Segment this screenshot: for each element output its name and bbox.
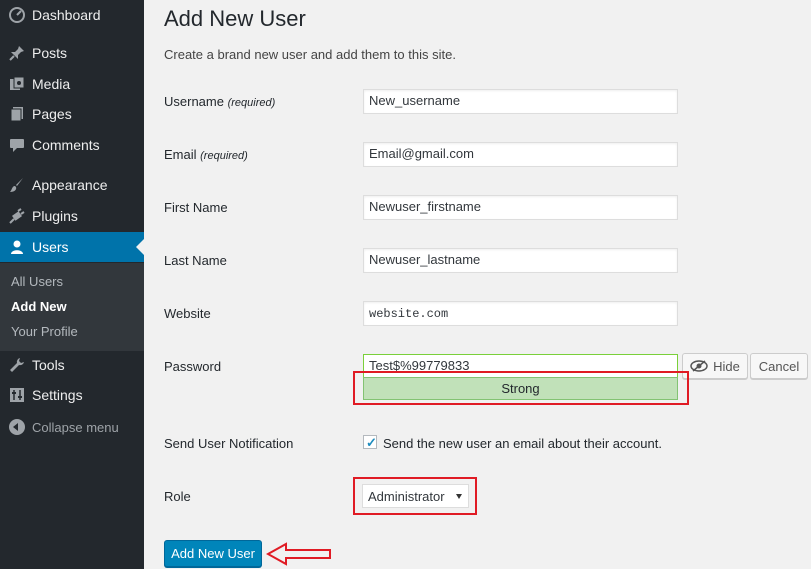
hide-password-button[interactable]: Hide — [682, 353, 748, 379]
media-icon — [9, 76, 25, 92]
password-label: Password — [164, 359, 222, 374]
checkmark-icon: ✓ — [366, 435, 377, 450]
sidebar-item-label: Comments — [32, 137, 100, 153]
first-name-label: First Name — [164, 200, 228, 215]
sidebar-item-label: Settings — [32, 387, 83, 403]
notification-label: Send User Notification — [164, 436, 294, 451]
settings-icon — [9, 387, 25, 403]
sidebar-item-label: Plugins — [32, 208, 78, 224]
add-user-panel: Add New User Create a brand new user and… — [144, 0, 811, 569]
eye-slash-icon — [690, 360, 708, 372]
sidebar-item-dashboard[interactable]: Dashboard — [0, 0, 144, 30]
cancel-password-button[interactable]: Cancel — [750, 353, 808, 379]
email-input[interactable]: Email@gmail.com — [363, 142, 678, 167]
required-note: (required) — [227, 97, 276, 109]
sidebar-item-label: Tools — [32, 357, 65, 373]
add-new-user-button[interactable]: Add New User — [164, 540, 262, 567]
first-name-input[interactable]: Newuser_firstname — [363, 195, 678, 220]
collapse-icon — [9, 419, 25, 435]
username-label: Username (required) — [164, 94, 275, 109]
submenu-add-new[interactable]: Add New — [11, 299, 67, 314]
users-submenu: All Users Add New Your Profile — [0, 263, 144, 351]
email-label: Email (required) — [164, 147, 248, 162]
required-note: (required) — [200, 150, 248, 162]
wrench-icon — [9, 357, 25, 373]
page-description: Create a brand new user and add them to … — [164, 47, 456, 62]
dashboard-icon — [9, 7, 25, 23]
hide-label: Hide — [713, 358, 740, 374]
username-label-text: Username — [164, 94, 224, 109]
submenu-all-users[interactable]: All Users — [11, 274, 63, 289]
sidebar-item-comments[interactable]: Comments — [0, 130, 144, 160]
pages-icon — [9, 106, 25, 122]
comment-icon — [9, 137, 25, 153]
sidebar-item-users[interactable]: Users — [0, 232, 144, 262]
sidebar-item-label: Dashboard — [32, 7, 101, 23]
last-name-label: Last Name — [164, 253, 227, 268]
sidebar-item-label: Media — [32, 76, 71, 92]
sidebar-item-label: Users — [32, 239, 69, 255]
main-content: Add New User Create a brand new user and… — [144, 0, 811, 569]
sidebar-item-label: Appearance — [32, 177, 108, 193]
current-indicator — [136, 239, 144, 255]
brush-icon — [9, 177, 25, 193]
pin-icon — [9, 45, 25, 61]
username-input[interactable]: New_username — [363, 89, 678, 114]
website-input[interactable]: website.com — [363, 301, 678, 326]
last-name-input[interactable]: Newuser_lastname — [363, 248, 678, 273]
submenu-your-profile[interactable]: Your Profile — [11, 324, 78, 339]
sidebar-item-appearance[interactable]: Appearance — [0, 170, 144, 200]
role-label: Role — [164, 489, 191, 504]
users-icon — [9, 239, 25, 255]
page-title: Add New User — [164, 6, 306, 31]
sidebar-item-media[interactable]: Media — [0, 69, 144, 99]
collapse-menu-button[interactable]: Collapse menu — [9, 419, 119, 435]
sidebar-item-label: Posts — [32, 45, 68, 61]
website-label: Website — [164, 306, 211, 321]
sidebar-item-plugins[interactable]: Plugins — [0, 201, 144, 231]
notification-text: Send the new user an email about their a… — [383, 436, 662, 451]
notification-checkbox[interactable]: ✓ — [363, 435, 377, 450]
sidebar-item-posts[interactable]: Posts — [0, 38, 144, 68]
sidebar-item-tools[interactable]: Tools — [0, 350, 144, 380]
annotation-highlight-role — [353, 477, 477, 515]
annotation-highlight-strength — [353, 371, 689, 405]
sidebar-item-pages[interactable]: Pages — [0, 99, 144, 129]
email-label-text: Email — [164, 147, 197, 162]
plugin-icon — [9, 208, 25, 224]
admin-sidebar: Dashboard Posts Media Pages Comments App… — [0, 0, 144, 569]
sidebar-item-label: Pages — [32, 106, 72, 122]
annotation-arrow-icon — [266, 542, 331, 566]
sidebar-item-settings[interactable]: Settings — [0, 380, 144, 410]
collapse-menu-label: Collapse menu — [32, 419, 119, 435]
